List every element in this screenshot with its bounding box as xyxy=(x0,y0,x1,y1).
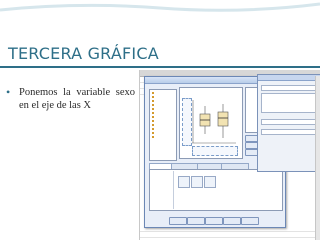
gallery-tabs xyxy=(149,163,249,169)
props-list[interactable] xyxy=(261,93,319,113)
variable-item[interactable] xyxy=(152,136,155,139)
spss-screenshot xyxy=(139,70,320,240)
vertical-scrollbar[interactable] xyxy=(315,76,320,240)
x-axis-dropzone[interactable] xyxy=(192,146,238,156)
variable-item[interactable] xyxy=(152,104,155,107)
y-axis-dropzone[interactable] xyxy=(182,98,192,146)
bullet-text: Ponemos la variable sexo en el eje de la… xyxy=(19,87,135,111)
variable-item[interactable] xyxy=(152,120,155,123)
slide: TERCERA GRÁFICA • Ponemos la variable se… xyxy=(0,0,320,240)
chart-preview-canvas[interactable] xyxy=(179,87,243,159)
chart-thumbnail[interactable] xyxy=(191,176,203,188)
variable-item[interactable] xyxy=(152,116,155,119)
bullet-point: • Ponemos la variable sexo en el eje de … xyxy=(6,85,135,112)
props-field[interactable] xyxy=(261,119,319,125)
slide-title: TERCERA GRÁFICA xyxy=(8,44,159,63)
variable-item[interactable] xyxy=(152,128,155,131)
element-properties-window[interactable] xyxy=(257,74,320,172)
ok-button[interactable] xyxy=(169,217,187,225)
help-button[interactable] xyxy=(241,217,259,225)
cancel-button[interactable] xyxy=(223,217,241,225)
title-underline xyxy=(0,66,320,68)
variable-item[interactable] xyxy=(152,92,155,95)
variable-item[interactable] xyxy=(152,108,155,111)
chart-thumbnail[interactable] xyxy=(204,176,216,188)
variable-item[interactable] xyxy=(152,100,155,103)
variable-item[interactable] xyxy=(152,132,155,135)
gallery-area[interactable] xyxy=(149,169,283,211)
boxplot-icon xyxy=(192,100,236,144)
decorative-header xyxy=(0,2,320,12)
variable-item[interactable] xyxy=(152,112,155,115)
variable-item[interactable] xyxy=(152,96,155,99)
variables-list[interactable] xyxy=(149,89,177,161)
grid-row xyxy=(140,232,320,238)
props-field[interactable] xyxy=(261,85,319,91)
chart-type-list[interactable] xyxy=(151,171,174,209)
paste-button[interactable] xyxy=(187,217,205,225)
chart-thumbnail[interactable] xyxy=(178,176,190,188)
variable-item[interactable] xyxy=(152,124,155,127)
bullet-icon: • xyxy=(6,85,11,99)
reset-button[interactable] xyxy=(205,217,223,225)
props-titlebar xyxy=(258,75,320,81)
props-field[interactable] xyxy=(261,129,319,135)
